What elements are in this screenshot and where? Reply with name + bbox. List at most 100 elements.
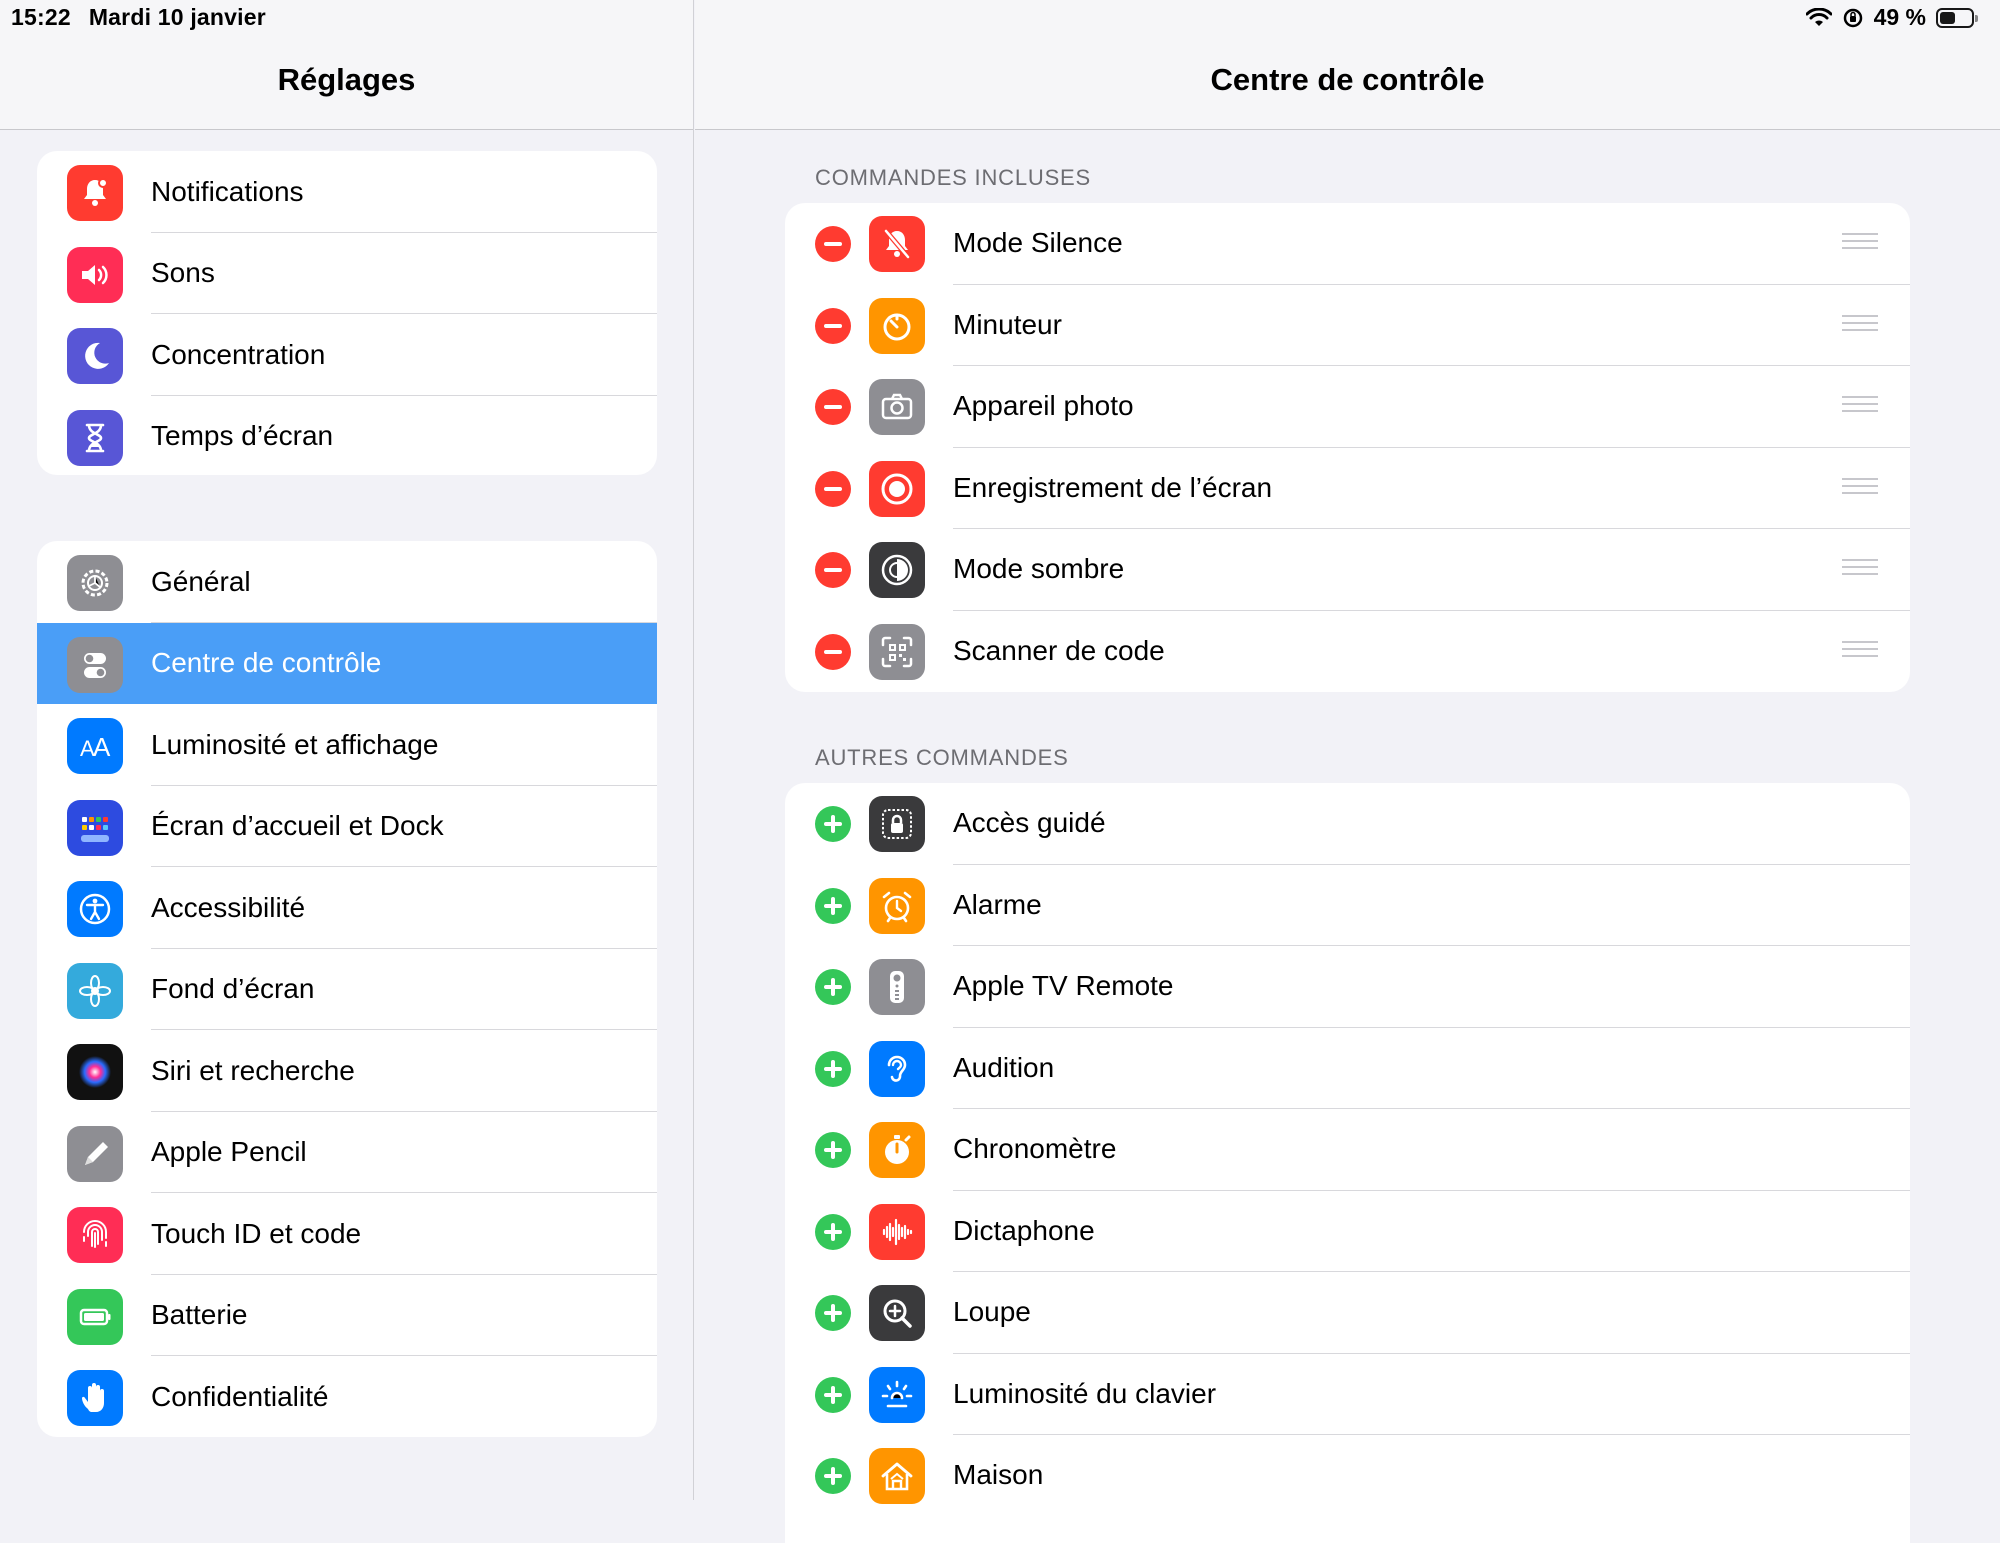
sidebar-item-label: Luminosité et affichage — [151, 728, 439, 760]
sidebar-item-label: Général — [151, 565, 251, 597]
lock-icon — [869, 796, 925, 852]
moon-icon — [67, 328, 123, 384]
control-row-luminosite-du-clavier: Luminosité du clavier — [785, 1354, 1910, 1435]
sidebar-item-concentration[interactable]: Concentration — [37, 314, 657, 396]
add-control-button[interactable] — [815, 806, 851, 842]
remote-icon — [869, 959, 925, 1015]
waveform-icon — [869, 1203, 925, 1260]
add-control-button[interactable] — [815, 1132, 851, 1168]
sidebar-item-notifications[interactable]: Notifications — [37, 151, 657, 233]
timer-icon — [869, 297, 925, 354]
control-label: Appareil photo — [953, 390, 1134, 421]
bell-icon — [67, 165, 123, 221]
sidebar-item-general[interactable]: Général — [37, 541, 657, 623]
qr-code-icon — [869, 623, 925, 680]
stopwatch-icon — [869, 1122, 925, 1178]
reorder-handle-icon[interactable] — [1842, 314, 1878, 335]
control-row-mode-silence: Mode Silence — [785, 203, 1910, 285]
control-label: Apple TV Remote — [953, 970, 1174, 1001]
add-control-button[interactable] — [815, 969, 851, 1005]
sidebar-item-apple-pencil[interactable]: Apple Pencil — [37, 1112, 657, 1193]
control-label: Audition — [953, 1051, 1055, 1083]
control-row-scanner-de-code: Scanner de code — [785, 611, 1910, 693]
reorder-handle-icon[interactable] — [1842, 396, 1878, 416]
control-label: Maison — [953, 1459, 1044, 1490]
remove-control-button[interactable] — [815, 226, 851, 262]
included-section-header: COMMANDES INCLUSES — [815, 165, 1091, 190]
sidebar-item-siri-et-recherche[interactable]: Siri et recherche — [37, 1030, 657, 1112]
battery-percentage: 49 % — [1873, 4, 1926, 30]
sidebar-item-temps-d-ecran[interactable]: Temps d’écran — [37, 396, 657, 476]
remove-control-button[interactable] — [815, 552, 851, 588]
orientation-lock-icon — [1843, 8, 1862, 27]
sidebar-item-accessibilite[interactable]: Accessibilité — [37, 867, 657, 949]
status-date: Mardi 10 janvier — [88, 4, 266, 30]
ear-icon — [869, 1040, 925, 1097]
speaker-icon — [67, 246, 123, 303]
keyboard-light-icon — [869, 1366, 925, 1423]
sidebar-item-label: Écran d’accueil et Dock — [151, 810, 444, 842]
alarm-icon — [869, 877, 925, 934]
sidebar-item-label: Confidentialité — [151, 1380, 329, 1412]
control-row-apple-tv-remote: Apple TV Remote — [785, 946, 1910, 1028]
remove-control-button[interactable] — [815, 470, 851, 507]
page-title: Centre de contrôle — [1210, 62, 1485, 97]
svg-text:A: A — [93, 732, 111, 762]
sidebar-group-1: Notifications Sons Concentration Temps d’éc… — [37, 151, 657, 475]
control-row-minuteur: Minuteur — [785, 285, 1910, 366]
control-row-acces-guide: Accès guidé — [785, 783, 1910, 865]
sidebar-item-sons[interactable]: Sons — [37, 233, 657, 314]
add-control-button[interactable] — [815, 1295, 851, 1331]
control-row-enregistrement-de-l-ecran: Enregistrement de l’écran — [785, 448, 1910, 529]
sidebar-item-label: Concentration — [151, 338, 326, 370]
remove-control-button[interactable] — [815, 307, 851, 344]
sidebar-item-label: Notifications — [151, 175, 304, 207]
sidebar-item-confidentialite[interactable]: Confidentialité — [37, 1356, 657, 1437]
flower-icon — [67, 962, 123, 1019]
wifi-icon — [1805, 7, 1832, 26]
control-row-maison: Maison — [785, 1435, 1910, 1517]
remove-control-button[interactable] — [815, 389, 851, 425]
add-control-button[interactable] — [815, 1213, 851, 1250]
home-icon — [869, 1448, 925, 1504]
add-control-button[interactable] — [815, 1458, 851, 1494]
add-control-button[interactable] — [815, 1050, 851, 1087]
reorder-handle-icon[interactable] — [1842, 233, 1878, 253]
record-icon — [869, 460, 925, 517]
gear-icon — [67, 555, 123, 611]
sidebar-item-label: Temps d’écran — [151, 420, 334, 452]
control-row-dictaphone: Dictaphone — [785, 1191, 1910, 1272]
control-row-loupe: Loupe — [785, 1272, 1910, 1354]
control-label: Enregistrement de l’écran — [953, 471, 1273, 503]
add-control-button[interactable] — [815, 1376, 851, 1413]
reorder-handle-icon[interactable] — [1842, 477, 1878, 498]
control-label: Chronomètre — [953, 1133, 1117, 1164]
other-section-header: AUTRES COMMANDES — [815, 745, 1069, 770]
sidebar-item-centre-de-controle[interactable]: Centre de contrôle — [37, 622, 657, 704]
sidebar-item-label: Sons — [151, 257, 215, 289]
sidebar-item-ecran-d-accueil-et-dock[interactable]: Écran d’accueil et Dock — [37, 786, 657, 867]
hand-icon — [67, 1370, 123, 1426]
remove-control-button[interactable] — [815, 633, 851, 670]
sidebar-item-batterie[interactable]: Batterie — [37, 1275, 657, 1356]
sidebar-item-luminosite-et-affichage[interactable]: A A Luminosité et affichage — [37, 704, 657, 786]
other-controls-list: Accès guidé Alarme Apple TV Remote Audition… — [785, 783, 1910, 1543]
reorder-handle-icon[interactable] — [1842, 559, 1878, 579]
control-row-mode-sombre: Mode sombre — [785, 529, 1910, 611]
add-control-button[interactable] — [815, 887, 851, 924]
reorder-handle-icon[interactable] — [1842, 640, 1878, 661]
sidebar-item-label: Apple Pencil — [151, 1136, 307, 1168]
included-controls-list: Mode Silence Minuteur Appareil photo Enregi… — [785, 203, 1910, 692]
siri-icon — [67, 1044, 123, 1100]
hourglass-icon — [67, 409, 123, 466]
sidebar-item-fond-d-ecran[interactable]: Fond d’écran — [37, 949, 657, 1030]
sidebar-item-label: Siri et recherche — [151, 1054, 355, 1086]
control-label: Dictaphone — [953, 1214, 1095, 1246]
control-label: Luminosité du clavier — [953, 1377, 1217, 1409]
sidebar-item-label: Accessibilité — [151, 891, 306, 923]
sidebar-item-touch-id-et-code[interactable]: Touch ID et code — [37, 1193, 657, 1275]
sidebar-item-label: Centre de contrôle — [151, 647, 382, 679]
control-label: Loupe — [953, 1296, 1031, 1327]
control-label: Alarme — [953, 888, 1042, 920]
battery-icon — [1936, 7, 1978, 28]
